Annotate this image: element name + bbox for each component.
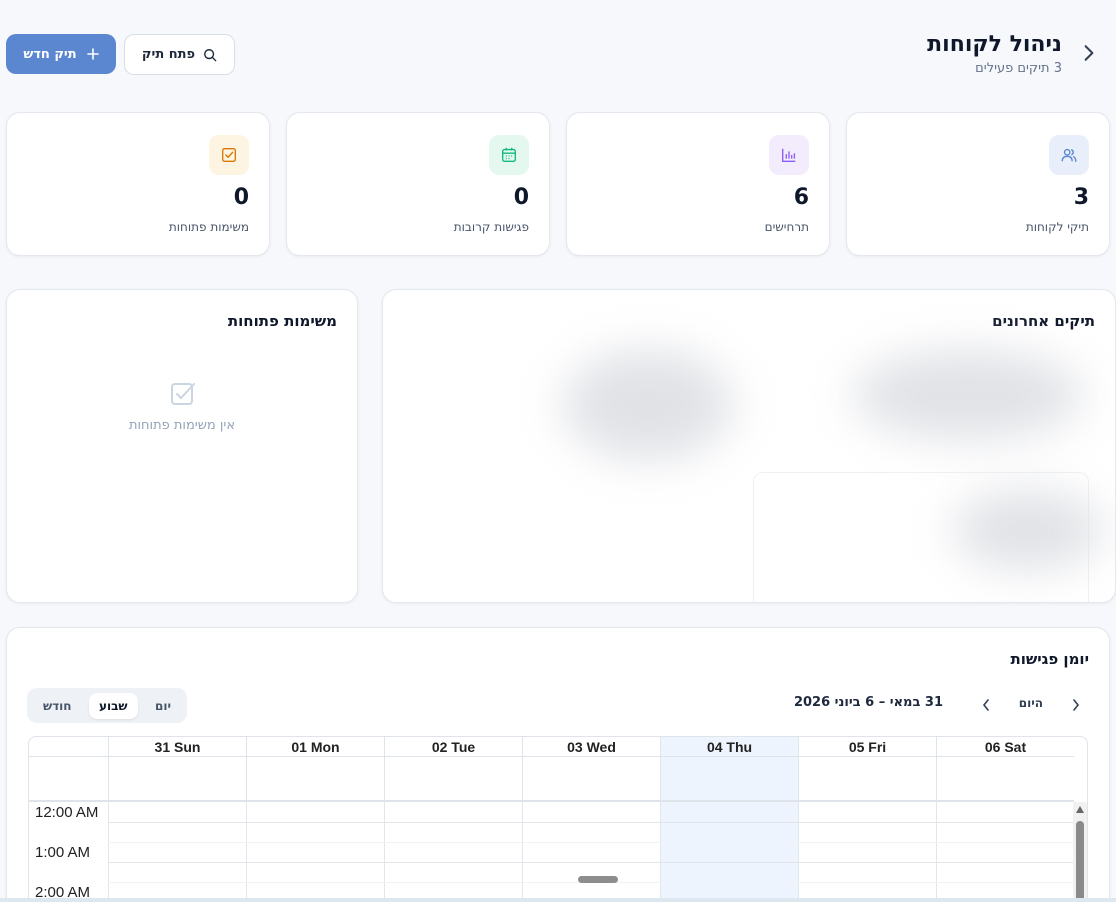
page-title: ניהול לקוחות — [927, 32, 1062, 57]
calendar-icon — [489, 135, 529, 175]
chevron-right-icon[interactable] — [1071, 698, 1081, 712]
stat-card-tasks[interactable]: 0 משימות פתוחות — [6, 112, 270, 256]
allday-cell[interactable] — [936, 757, 1074, 802]
loading-placeholder — [853, 350, 1083, 440]
day-header[interactable]: 05 Fri — [798, 737, 936, 757]
day-header[interactable]: 06 Sat — [936, 737, 1074, 757]
grid-column-line — [384, 802, 385, 902]
allday-cell[interactable] — [108, 757, 246, 802]
view-day-button[interactable]: יום — [145, 693, 181, 719]
day-header[interactable]: 31 Sun — [108, 737, 246, 757]
allday-cell[interactable] — [384, 757, 522, 802]
open-tasks-panel: משימות פתוחות אין משימות פתוחות — [6, 289, 358, 603]
stat-value: 0 — [233, 185, 249, 210]
day-header[interactable]: 02 Tue — [384, 737, 522, 757]
open-case-button[interactable]: פתח תיק — [124, 34, 235, 75]
allday-cell[interactable] — [522, 757, 660, 802]
stat-label: פגישות קרובות — [453, 220, 529, 234]
grid-hour-line — [108, 862, 1073, 863]
drag-handle[interactable] — [578, 876, 618, 883]
time-label: 1:00 AM — [35, 844, 91, 861]
view-week-button[interactable]: שבוע — [89, 692, 138, 719]
stat-card-clients[interactable]: 3 תיקי לקוחות — [846, 112, 1110, 256]
stat-value: 6 — [793, 185, 809, 210]
checkbox-icon — [171, 383, 195, 405]
grid-column-line — [798, 802, 799, 902]
open-case-label: פתח תיק — [141, 47, 196, 62]
stat-card-scenarios[interactable]: 6 תרחישים — [566, 112, 830, 256]
bottom-divider — [0, 898, 1116, 902]
view-toggle: יום שבוע חודש — [27, 688, 187, 723]
scroll-up-arrow-icon[interactable] — [1076, 806, 1084, 813]
week-grid: 31 Sun 01 Mon 02 Tue 03 Wed 04 Thu 05 Fr… — [28, 736, 1088, 902]
loading-placeholder — [953, 490, 1103, 570]
stat-value: 0 — [513, 185, 529, 210]
scrollbar-thumb[interactable] — [1076, 821, 1084, 902]
allday-cell[interactable] — [246, 757, 384, 802]
grid-column-line — [108, 802, 109, 902]
grid-column-line — [660, 802, 661, 902]
search-icon — [204, 48, 217, 61]
calendar-title: יומן פגישות — [1010, 650, 1089, 668]
today-button[interactable]: היום — [1019, 696, 1043, 710]
open-tasks-title: משימות פתוחות — [227, 312, 337, 330]
recent-cases-title: תיקים אחרונים — [992, 312, 1095, 330]
grid-hour-line — [108, 822, 1073, 823]
grid-column-line — [936, 802, 937, 902]
stat-label: תיקי לקוחות — [1025, 220, 1089, 234]
stat-label: תרחישים — [764, 220, 809, 234]
page-subtitle: 3 תיקים פעילים — [975, 61, 1062, 76]
day-header[interactable]: 03 Wed — [522, 737, 660, 757]
grid-scrollbar[interactable] — [1073, 802, 1087, 902]
stat-label: משימות פתוחות — [168, 220, 249, 234]
view-month-button[interactable]: חודש — [33, 693, 82, 719]
plus-icon — [86, 48, 99, 60]
allday-gutter — [29, 757, 108, 802]
grid-half-line — [108, 842, 1073, 843]
allday-cell[interactable] — [660, 757, 798, 802]
day-header[interactable]: 01 Mon — [246, 737, 384, 757]
time-label: 12:00 AM — [35, 804, 99, 821]
recent-cases-panel: תיקים אחרונים — [382, 289, 1116, 603]
date-range-label: 31 במאי – 6 ביוני 2026 — [793, 695, 943, 710]
users-icon — [1049, 135, 1089, 175]
loading-placeholder — [563, 350, 733, 460]
chevron-right-icon[interactable] — [1082, 44, 1096, 62]
grid-column-line — [522, 802, 523, 902]
allday-cell[interactable] — [798, 757, 936, 802]
empty-state-text: אין משימות פתוחות — [128, 418, 236, 433]
checkbox-icon — [209, 135, 249, 175]
new-case-label: תיק חדש — [23, 46, 77, 62]
day-header[interactable]: 04 Thu — [660, 737, 798, 757]
bar-chart-icon — [769, 135, 809, 175]
chevron-left-icon[interactable] — [981, 698, 991, 712]
stat-value: 3 — [1073, 185, 1089, 210]
corner-cell — [29, 737, 108, 757]
stat-card-meetings[interactable]: 0 פגישות קרובות — [286, 112, 550, 256]
page-header: ניהול לקוחות 3 תיקים פעילים פתח תיק תיק … — [0, 0, 1116, 100]
new-case-button[interactable]: תיק חדש — [6, 34, 116, 74]
meetings-calendar-panel: יומן פגישות היום 31 במאי – 6 ביוני 2026 … — [6, 627, 1110, 902]
grid-column-line — [246, 802, 247, 902]
